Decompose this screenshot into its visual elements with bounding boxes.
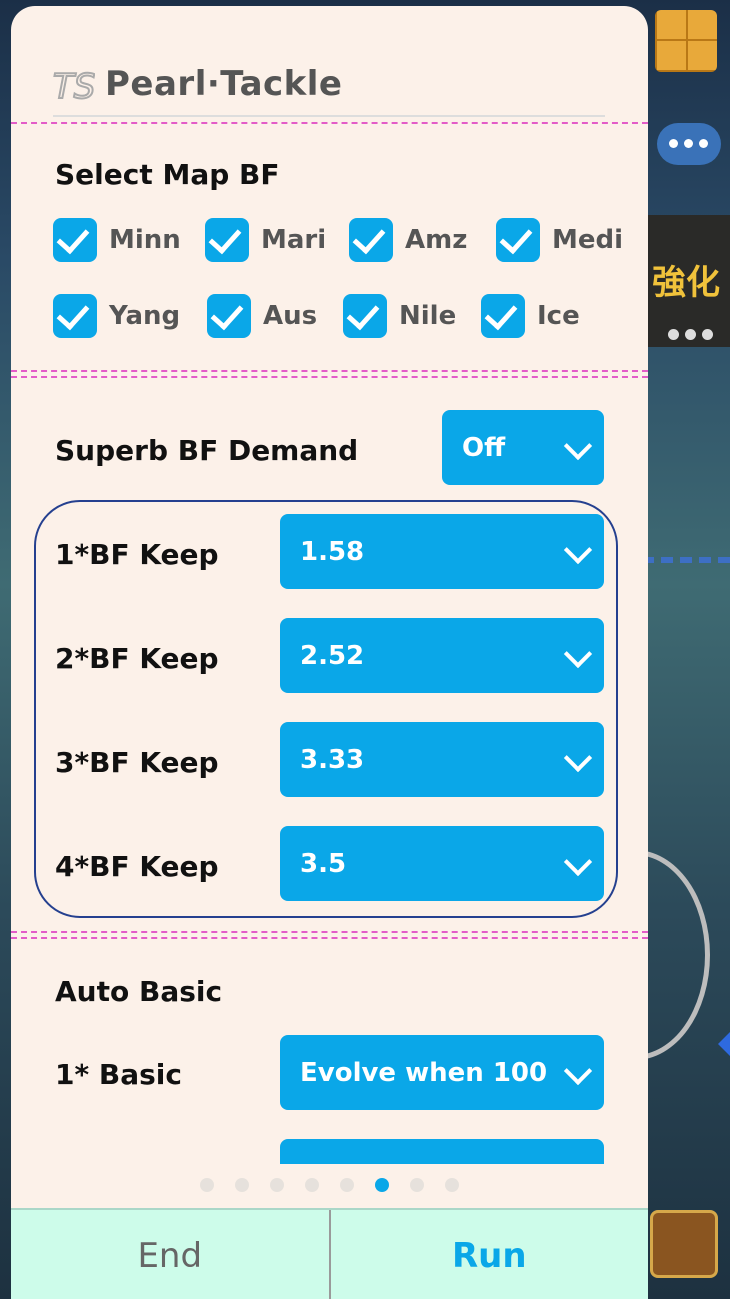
basic-1-label: 1* Basic — [55, 1058, 182, 1091]
superb-bf-demand-label: Superb BF Demand — [55, 434, 359, 467]
checkbox-label: Medi — [552, 225, 624, 255]
checkbox-aus[interactable]: Aus — [207, 294, 317, 338]
checkbox-label: Aus — [263, 301, 318, 331]
chevron-down-icon — [563, 847, 593, 876]
keep-1-label: 1*BF Keep — [55, 538, 219, 571]
checkbox-checked-icon[interactable] — [207, 294, 251, 338]
page-dot[interactable] — [200, 1178, 214, 1192]
more-options-icon — [657, 123, 721, 165]
arrow-left-icon — [718, 1030, 730, 1058]
section-separator — [11, 122, 648, 124]
treasure-chest-icon — [650, 1210, 718, 1278]
dropdown-value: 1.58 — [300, 536, 365, 567]
page-dot[interactable] — [410, 1178, 424, 1192]
checkbox-label: Ice — [537, 301, 580, 331]
scroll-clip — [280, 1139, 604, 1164]
checkbox-label: Nile — [399, 301, 457, 331]
section-separator — [11, 370, 648, 378]
page-dot[interactable] — [340, 1178, 354, 1192]
checkbox-amz[interactable]: Amz — [349, 218, 467, 262]
checkbox-yang[interactable]: Yang — [53, 294, 180, 338]
keep-4-dropdown[interactable]: 3.5 — [280, 826, 604, 901]
checkbox-label: Minn — [109, 225, 181, 255]
app-title: Pearl·Tackle — [105, 64, 343, 104]
banner-dots — [668, 325, 719, 344]
checkbox-checked-icon[interactable] — [205, 218, 249, 262]
dropdown-value: Evolve when 100 — [300, 1057, 548, 1088]
checkbox-label: Mari — [261, 225, 327, 255]
checkbox-mari[interactable]: Mari — [205, 218, 326, 262]
checkbox-ice[interactable]: Ice — [481, 294, 580, 338]
page-dot-active[interactable] — [375, 1178, 389, 1192]
superb-bf-demand-dropdown[interactable]: Off — [442, 410, 604, 485]
chevron-down-icon — [563, 535, 593, 564]
keep-3-label: 3*BF Keep — [55, 746, 219, 779]
checkbox-checked-icon[interactable] — [53, 218, 97, 262]
checkbox-label: Amz — [405, 225, 468, 255]
keep-2-label: 2*BF Keep — [55, 642, 219, 675]
checkbox-minn[interactable]: Minn — [53, 218, 181, 262]
game-banner-text: 強化 — [652, 263, 720, 303]
end-button[interactable]: End — [11, 1210, 331, 1299]
auto-basic-title: Auto Basic — [55, 975, 223, 1008]
checkbox-checked-icon[interactable] — [349, 218, 393, 262]
title-divider — [53, 115, 605, 117]
checkbox-checked-icon[interactable] — [496, 218, 540, 262]
footer-bar: End Run — [11, 1208, 648, 1299]
keep-1-dropdown[interactable]: 1.58 — [280, 514, 604, 589]
keep-2-dropdown[interactable]: 2.52 — [280, 618, 604, 693]
map-section-title: Select Map BF — [55, 158, 280, 191]
page-dot[interactable] — [305, 1178, 319, 1192]
dropdown-value: 3.33 — [300, 744, 365, 775]
page-dot[interactable] — [235, 1178, 249, 1192]
checkbox-checked-icon[interactable] — [53, 294, 97, 338]
keep-3-dropdown[interactable]: 3.33 — [280, 722, 604, 797]
checkbox-medi[interactable]: Medi — [496, 218, 623, 262]
page-dot[interactable] — [270, 1178, 284, 1192]
chevron-down-icon — [563, 1056, 593, 1085]
svg-text:TS: TS — [53, 67, 95, 104]
checkbox-label: Yang — [109, 301, 181, 331]
dropdown-value: 2.52 — [300, 640, 365, 671]
run-button[interactable]: Run — [331, 1210, 649, 1299]
game-menu-icon — [655, 10, 717, 72]
keep-4-label: 4*BF Keep — [55, 850, 219, 883]
page-indicator — [200, 1178, 480, 1192]
page-dot[interactable] — [445, 1178, 459, 1192]
checkbox-nile[interactable]: Nile — [343, 294, 456, 338]
checkbox-checked-icon[interactable] — [481, 294, 525, 338]
dropdown-value: 3.5 — [300, 848, 347, 879]
basic-2-dropdown[interactable] — [280, 1139, 604, 1164]
checkbox-checked-icon[interactable] — [343, 294, 387, 338]
chevron-down-icon — [563, 639, 593, 668]
settings-panel: TS Pearl·Tackle Select Map BF Minn Mari … — [11, 6, 648, 1299]
chevron-down-icon — [563, 431, 593, 460]
section-separator — [11, 931, 648, 939]
ts-logo-icon: TS — [53, 64, 95, 104]
chevron-down-icon — [563, 743, 593, 772]
basic-1-dropdown[interactable]: Evolve when 100 — [280, 1035, 604, 1110]
header: TS Pearl·Tackle — [53, 62, 343, 106]
dropdown-value: Off — [462, 432, 506, 463]
